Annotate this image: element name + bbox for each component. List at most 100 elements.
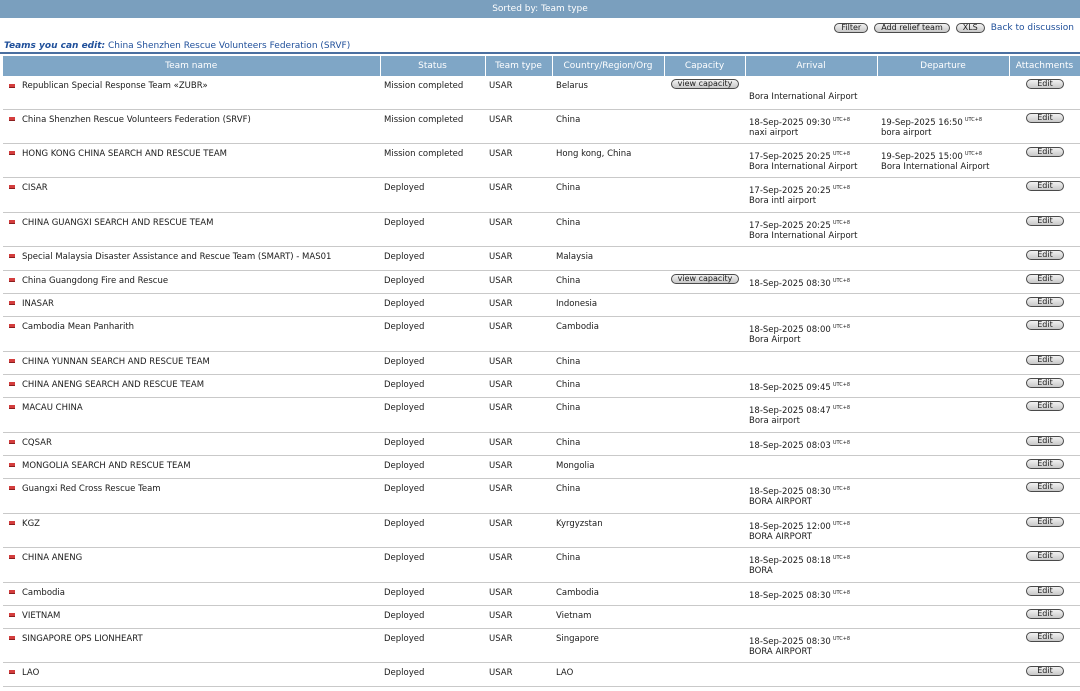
attachments-cell: Edit (1009, 547, 1080, 583)
filter-button[interactable]: Filter (834, 23, 869, 33)
edit-button[interactable]: Edit (1026, 79, 1064, 89)
team-type-cell: USAR (485, 351, 552, 375)
country-cell: Mongolia (552, 455, 664, 479)
team-name-link[interactable]: Cambodia Mean Panharith (22, 322, 134, 332)
arrival-cell: 18-Sep-2025 08:30 UTC+8 (745, 582, 877, 606)
team-name-link[interactable]: CISAR (22, 183, 48, 193)
capacity-cell: view capacity (664, 76, 745, 110)
departure-cell (877, 547, 1009, 583)
edit-button[interactable]: Edit (1026, 354, 1064, 365)
team-name-link[interactable]: CHINA GUANGXI SEARCH AND RESCUE TEAM (22, 218, 213, 228)
capacity-cell (664, 109, 745, 144)
column-header-capacity[interactable]: Capacity (664, 56, 746, 76)
flag-icon (9, 440, 15, 444)
team-name-cell: CISAR (3, 177, 380, 213)
table-row: China Shenzhen Rescue Volunteers Federat… (3, 109, 1080, 144)
team-name-link[interactable]: CHINA ANENG SEARCH AND RESCUE TEAM (22, 380, 204, 390)
column-header-team-type[interactable]: Team type (485, 56, 553, 76)
team-name-link[interactable]: MACAU CHINA (22, 403, 83, 413)
country-cell: Malaysia (552, 246, 664, 271)
team-name-link[interactable]: CHINA ANENG (22, 553, 82, 563)
team-type-cell: USAR (485, 212, 552, 247)
country-cell: Singapore (552, 628, 664, 663)
edit-button[interactable]: Edit (1026, 665, 1064, 676)
back-to-discussion-link[interactable]: Back to discussion (991, 23, 1074, 33)
arrival-time: 18-Sep-2025 08:30 (749, 636, 831, 647)
team-name-link[interactable]: Guangxi Red Cross Rescue Team (22, 484, 161, 494)
departure-cell (877, 76, 1009, 110)
departure-cell (877, 316, 1009, 352)
capacity-cell (664, 316, 745, 352)
edit-button[interactable]: Edit (1026, 516, 1064, 527)
team-name-link[interactable]: CHINA YUNNAN SEARCH AND RESCUE TEAM (22, 357, 210, 367)
country-cell: China (552, 397, 664, 433)
team-name-link[interactable]: Republican Special Response Team «ZUBR» (22, 81, 208, 91)
team-name-link[interactable]: KGZ (22, 519, 40, 529)
edit-button[interactable]: Edit (1026, 435, 1064, 446)
team-name-cell: CHINA ANENG SEARCH AND RESCUE TEAM (3, 374, 380, 398)
table-row: VIETNAM Deployed USAR Vietnam Edit (3, 605, 1080, 629)
capacity-cell (664, 605, 745, 629)
column-header-attachments[interactable]: Attachments (1009, 56, 1080, 76)
utc-tag: UTC+8 (832, 277, 851, 284)
flag-icon (9, 185, 15, 189)
edit-button[interactable]: Edit (1026, 377, 1064, 388)
edit-button[interactable]: Edit (1026, 631, 1064, 642)
capacity-cell (664, 246, 745, 271)
team-name-link[interactable]: Special Malaysia Disaster Assistance and… (22, 252, 331, 262)
edit-button[interactable]: Edit (1026, 481, 1064, 492)
column-header-arrival[interactable]: Arrival (745, 56, 878, 76)
arrival-cell: 18-Sep-2025 08:30 UTC+8 BORA AIRPORT (745, 478, 877, 514)
view-capacity-button[interactable]: view capacity (670, 79, 740, 89)
column-header-departure[interactable]: Departure (877, 56, 1010, 76)
edit-button[interactable]: Edit (1026, 400, 1064, 411)
arrival-time: 17-Sep-2025 20:25 (749, 185, 831, 196)
flag-icon (9, 486, 15, 490)
edit-button[interactable]: Edit (1026, 273, 1064, 284)
column-header-status[interactable]: Status (380, 56, 486, 76)
column-header-country[interactable]: Country/Region/Org (552, 56, 665, 76)
status-cell: Deployed (380, 270, 485, 294)
team-name-link[interactable]: INASAR (22, 299, 54, 309)
team-name-link[interactable]: SINGAPORE OPS LIONHEART (22, 634, 143, 644)
team-name-link[interactable]: CQSAR (22, 438, 52, 448)
editable-team-link[interactable]: China Shenzhen Rescue Volunteers Federat… (108, 41, 350, 51)
edit-button[interactable]: Edit (1026, 550, 1064, 561)
edit-button[interactable]: Edit (1026, 112, 1064, 123)
team-name-link[interactable]: LAO (22, 668, 39, 678)
edit-button[interactable]: Edit (1026, 180, 1064, 191)
attachments-cell: Edit (1009, 351, 1080, 375)
attachments-cell: Edit (1009, 582, 1080, 606)
status-cell: Deployed (380, 605, 485, 629)
edit-button[interactable]: Edit (1026, 296, 1064, 307)
add-relief-team-button[interactable]: Add relief team (874, 23, 950, 33)
team-name-link[interactable]: China Guangdong Fire and Rescue (22, 276, 168, 286)
status-cell: Deployed (380, 628, 485, 663)
team-name-cell: China Shenzhen Rescue Volunteers Federat… (3, 109, 380, 144)
view-capacity-button[interactable]: view capacity (670, 273, 740, 284)
team-name-link[interactable]: China Shenzhen Rescue Volunteers Federat… (22, 115, 251, 125)
capacity-cell (664, 143, 745, 178)
team-name-link[interactable]: HONG KONG CHINA SEARCH AND RESCUE TEAM (22, 149, 227, 159)
attachments-cell: Edit (1009, 478, 1080, 514)
capacity-cell (664, 432, 745, 456)
edit-button[interactable]: Edit (1026, 215, 1064, 226)
team-name-link[interactable]: Cambodia (22, 588, 65, 598)
edit-button[interactable]: Edit (1026, 319, 1064, 330)
edit-button[interactable]: Edit (1026, 146, 1064, 157)
edit-button[interactable]: Edit (1026, 458, 1064, 469)
team-name-link[interactable]: VIETNAM (22, 611, 60, 621)
attachments-cell: Edit (1009, 432, 1080, 456)
edit-button[interactable]: Edit (1026, 608, 1064, 619)
team-type-cell: USAR (485, 628, 552, 663)
team-name-link[interactable]: MONGOLIA SEARCH AND RESCUE TEAM (22, 461, 191, 471)
edit-button[interactable]: Edit (1026, 249, 1064, 260)
xls-export-button[interactable]: XLS (955, 23, 985, 33)
edit-button[interactable]: Edit (1026, 585, 1064, 596)
arrival-time: 18-Sep-2025 08:30 (749, 590, 831, 601)
utc-tag: UTC+8 (964, 116, 983, 123)
status-cell: Deployed (380, 177, 485, 213)
column-header-team-name[interactable]: Team name (3, 56, 381, 76)
status-cell: Deployed (380, 374, 485, 398)
team-name-cell: INASAR (3, 293, 380, 317)
